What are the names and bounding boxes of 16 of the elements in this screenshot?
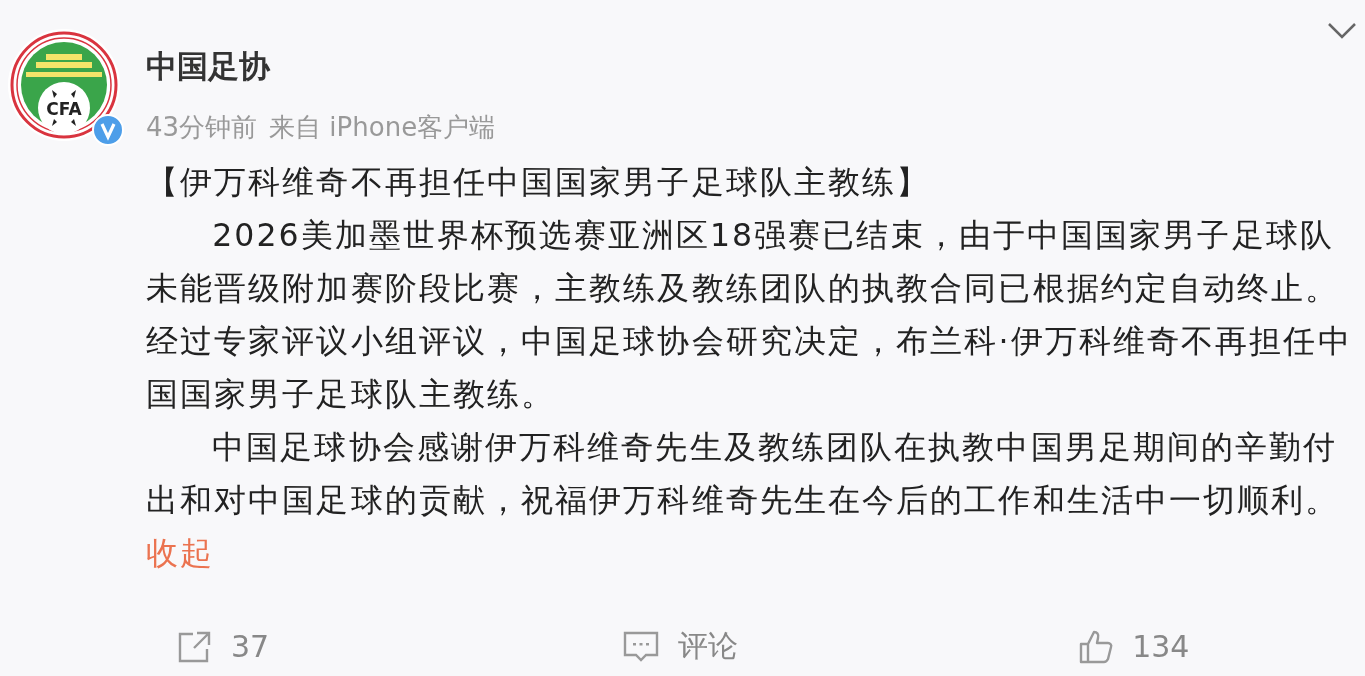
comment-button[interactable]: 评论 bbox=[622, 626, 739, 667]
post-title: 【伊万科维奇不再担任中国国家男子足球队主教练】 bbox=[146, 163, 932, 202]
comment-icon bbox=[622, 629, 661, 664]
post-paragraph: 2026美加墨世界杯预选赛亚洲区18强赛已结束，由于中国国家男子足球队未能晋级附加赛阶段比赛，主教练及教练团队的执教合同已根据约定自动终止。经过专家评议小组评议，中国足球协会研究决定，布兰科·伊万科维奇不再担任中国国家男子足球队主教练。 bbox=[146, 216, 1353, 414]
like-button[interactable]: 134 bbox=[1078, 626, 1190, 667]
logo-text: CFA bbox=[46, 99, 82, 119]
post-source: 来自 iPhone客户端 bbox=[269, 111, 496, 144]
author-name[interactable]: 中国足协 bbox=[146, 46, 496, 88]
thumbs-up-icon bbox=[1078, 628, 1115, 665]
avatar-logo-drawing[interactable] bbox=[8, 29, 120, 141]
chevron-down-icon[interactable] bbox=[1327, 22, 1357, 40]
collapse-link[interactable]: 收起 bbox=[146, 535, 215, 571]
post-paragraph: 中国足球协会感谢伊万科维奇先生及教练团队在执教中国男足期间的辛勤付出和对中国足球的贡献，祝福伊万科维奇先生在今后的工作和生活中一切顺利。 收起 bbox=[146, 428, 1341, 573]
post-time: 43分钟前 bbox=[146, 111, 258, 144]
share-icon bbox=[177, 629, 213, 664]
share-button[interactable]: 37 bbox=[177, 626, 270, 667]
